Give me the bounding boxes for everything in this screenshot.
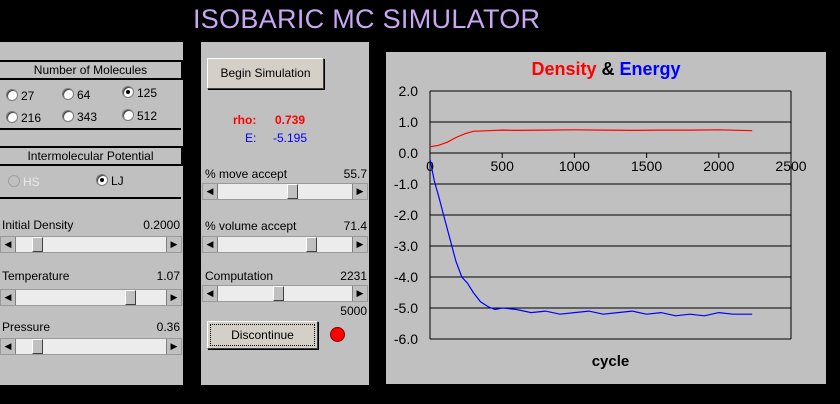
radio-dot [6, 111, 18, 123]
y-tick-label: -2.0 [394, 207, 418, 223]
temperature-label: Temperature [2, 269, 70, 283]
radio-dot [96, 174, 108, 186]
scroll-left-icon[interactable]: ◀ [203, 237, 218, 252]
radio-label: 64 [77, 88, 91, 102]
temperature-value: 1.07 [156, 269, 180, 283]
scroll-right-icon[interactable]: ▶ [166, 290, 181, 305]
slider-thumb[interactable] [124, 290, 136, 305]
radio-label: 512 [137, 109, 158, 123]
radio-label: LJ [111, 174, 124, 188]
scroll-left-icon[interactable]: ◀ [1, 237, 16, 252]
y-tick-label: -1.0 [394, 176, 418, 192]
begin-simulation-button[interactable]: Begin Simulation [207, 58, 324, 89]
energy-series-line [429, 159, 753, 317]
energy-value: -5.195 [273, 131, 308, 145]
density-energy-chart: Density & Energy 2.0 1.0 0.0 -1.0 -2.0 -3.0 -4… [386, 52, 826, 384]
radio-512[interactable]: 512 [122, 109, 157, 123]
radio-label: 343 [77, 110, 98, 124]
slider-thumb[interactable] [31, 237, 43, 252]
x-tick-label: 2000 [703, 158, 734, 174]
computation-max: 5000 [340, 304, 367, 318]
volume-accept-slider[interactable]: ◀ ▶ [202, 236, 368, 253]
radio-216[interactable]: 216 [6, 111, 41, 125]
plot-svg: 2.01.00.0-1.0-2.0-3.0-4.0-5.0-6.00 500 100… [394, 83, 807, 370]
radio-27[interactable]: 27 [6, 89, 34, 103]
density-slider[interactable]: ◀ ▶ [0, 236, 182, 253]
radio-label: 125 [137, 86, 158, 100]
y-tick-label: 2.0 [399, 83, 419, 99]
y-tick-label: 0.0 [399, 145, 419, 161]
computation-value: 2231 [340, 269, 367, 283]
radio-dot [62, 110, 74, 122]
discontinue-button[interactable]: Discontinue [207, 321, 318, 349]
x-tick-label: 1000 [559, 158, 590, 174]
y-tick-label: 1.0 [399, 114, 419, 130]
rho-value: 0.739 [275, 113, 306, 127]
x-tick-label: 500 [491, 158, 515, 174]
y-tick-label: -4.0 [394, 269, 418, 285]
scroll-left-icon[interactable]: ◀ [1, 339, 16, 354]
move-accept-value: 55.7 [343, 167, 367, 181]
status-indicator-icon [330, 327, 345, 342]
divider [0, 197, 181, 199]
x-tick-label: 1500 [631, 158, 662, 174]
scroll-left-icon[interactable]: ◀ [203, 286, 218, 301]
move-accept-slider[interactable]: ◀ ▶ [202, 183, 368, 200]
slider-thumb[interactable] [305, 237, 317, 252]
x-axis-label: cycle [592, 353, 630, 370]
x-tick-label: 2500 [775, 158, 806, 174]
radio-label: HS [23, 175, 40, 189]
scroll-left-icon[interactable]: ◀ [1, 290, 16, 305]
scroll-right-icon[interactable]: ▶ [352, 184, 367, 199]
computation-slider[interactable]: ◀ ▶ [202, 285, 368, 302]
slider-thumb[interactable] [31, 339, 43, 354]
scroll-right-icon[interactable]: ▶ [166, 237, 181, 252]
slider-thumb[interactable] [287, 184, 298, 199]
potential-header: Intermolecular Potential [0, 146, 183, 166]
radio-label: 216 [21, 111, 42, 125]
move-accept-label: % move accept [205, 167, 288, 181]
density-series-line [429, 129, 753, 148]
y-tick-label: -5.0 [394, 300, 418, 316]
app-title: ISOBARIC MC SIMULATOR [193, 4, 541, 34]
volume-accept-label: % volume accept [205, 219, 297, 233]
y-tick-label: -6.0 [394, 331, 418, 347]
radio-dot [122, 109, 134, 121]
radio-hs[interactable]: HS [8, 175, 40, 189]
temperature-slider[interactable]: ◀ ▶ [0, 289, 182, 306]
radio-64[interactable]: 64 [62, 88, 90, 102]
pressure-label: Pressure [2, 320, 51, 334]
energy-label: E: [245, 131, 257, 145]
radio-125[interactable]: 125 [122, 86, 157, 100]
scroll-right-icon[interactable]: ▶ [166, 339, 181, 354]
slider-thumb[interactable] [273, 286, 285, 301]
pressure-slider[interactable]: ◀ ▶ [0, 338, 182, 355]
radio-dot [8, 175, 20, 187]
radio-lj[interactable]: LJ [96, 174, 124, 188]
scroll-right-icon[interactable]: ▶ [352, 237, 367, 252]
rho-label: rho: [233, 113, 257, 127]
molecules-header: Number of Molecules [0, 60, 183, 80]
radio-dot [62, 88, 74, 100]
scroll-left-icon[interactable]: ◀ [203, 184, 218, 199]
density-value: 0.2000 [143, 218, 180, 232]
radio-dot [122, 86, 134, 98]
volume-accept-value: 71.4 [343, 219, 367, 233]
y-tick-label: -3.0 [394, 238, 418, 254]
scroll-right-icon[interactable]: ▶ [352, 286, 367, 301]
radio-dot [6, 89, 18, 101]
density-label: Initial Density [2, 218, 74, 232]
pressure-value: 0.36 [156, 320, 180, 334]
divider [0, 128, 181, 130]
computation-label: Computation [205, 269, 274, 283]
radio-343[interactable]: 343 [62, 110, 97, 124]
radio-label: 27 [21, 89, 35, 103]
